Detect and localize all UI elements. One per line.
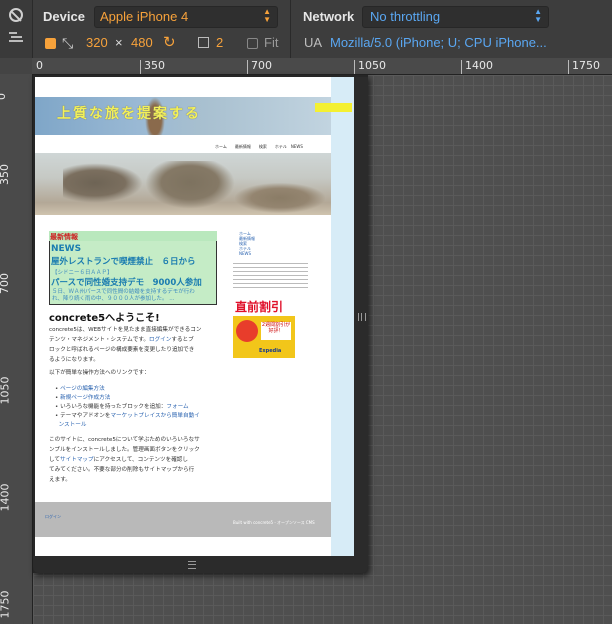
device-label: Device: [43, 9, 85, 24]
toolbar-divider: [290, 0, 291, 58]
ruler-tick: [140, 60, 141, 74]
ruler-label: 1750: [572, 59, 600, 72]
list-item-link[interactable]: 新規ページ作成方法: [60, 395, 110, 401]
header-title: 上質な旅を提案する: [57, 106, 201, 122]
times-sign: ×: [115, 35, 123, 50]
network-label: Network: [303, 9, 355, 24]
width-input[interactable]: 320: [86, 35, 108, 50]
news-item-sub: 【シドニー６日ＡＡＰ】: [52, 270, 113, 276]
resize-arrow-icon: ⤡: [62, 35, 74, 51]
form-link[interactable]: フォーム: [166, 404, 188, 410]
ruler-label: 700: [251, 59, 272, 72]
ruler-horizontal: [32, 58, 612, 75]
header-yellow-tag: [315, 103, 352, 112]
height-input[interactable]: 480: [131, 35, 153, 50]
sample-paragraph: このサイトに、concrete5について学ぶためのいろいろなサ ンプルをインスト…: [49, 437, 200, 483]
network-select[interactable]: No throttling ▲ ▼: [362, 6, 549, 28]
marketplace-link[interactable]: マーケットプレイスから簡単自動イ: [110, 413, 199, 419]
sidebar-links[interactable]: ホーム 最新情報 検索 ホテル NEWS: [239, 231, 255, 256]
swap-dimensions-icon[interactable]: ↻: [163, 33, 176, 51]
ad-banner[interactable]: 直前割引 2週間割引が好評！ Expedia: [233, 296, 295, 358]
emulated-screen: 上質な旅を提案する ホーム 最新情報 検索 ホテル NEWS 最新情報 NEWS…: [35, 77, 354, 556]
resize-handle-bottom[interactable]: [33, 556, 368, 573]
page-nav[interactable]: ホーム 最新情報 検索 ホテル NEWS: [215, 144, 303, 150]
device-pixel-ratio-icon: [198, 37, 209, 48]
scale-input[interactable]: 2: [216, 35, 223, 50]
device-value: Apple iPhone 4: [100, 9, 189, 24]
intro-paragraph: concrete5は、WEBサイトを見たまま直接編集ができるコン テンツ・マネジ…: [49, 327, 202, 363]
ruler-label: 0: [0, 93, 8, 100]
ad-brand: Expedia: [259, 348, 282, 354]
ad-sub: 2週間割引が好評！: [261, 322, 291, 340]
ad-circle: [236, 320, 258, 342]
news-title: NEWS: [51, 244, 82, 254]
news-heading: 最新情報: [50, 233, 78, 241]
ruler-tick: [354, 60, 355, 74]
footer-login-link[interactable]: ログイン: [45, 514, 61, 520]
ruler-tick: [568, 60, 569, 74]
select-arrows-icon: ▲ ▼: [263, 7, 271, 24]
ruler-corner: [0, 58, 32, 74]
fit-label: Fit: [264, 35, 279, 50]
ruler-label: 700: [0, 273, 11, 294]
ruler-label: 1050: [0, 376, 12, 405]
howto-list: • ページの編集方法 • 新規ページ作成方法 • いろいろな機能を持ったブロック…: [55, 386, 200, 428]
device-select[interactable]: Apple iPhone 4 ▲ ▼: [94, 6, 278, 28]
welcome-heading: concrete5へようこそ!: [49, 313, 160, 324]
fit-checkbox[interactable]: [247, 38, 258, 49]
no-emulation-icon[interactable]: [9, 8, 23, 22]
ruler-vertical: [0, 74, 33, 624]
ruler-label: 1050: [358, 59, 386, 72]
links-intro: 以下が簡単な操作方法へのリンクです：: [49, 370, 150, 376]
ruler-tick: [247, 60, 248, 74]
ruler-label: 0: [36, 59, 43, 72]
ruler-label: 1750: [0, 590, 12, 619]
page-side-strip: [331, 77, 354, 556]
ruler-label: 1400: [465, 59, 493, 72]
menu-lines-icon[interactable]: [9, 32, 23, 44]
footer-credit[interactable]: Built with concrete5 - オープンソース CMS: [233, 520, 315, 526]
network-value: No throttling: [370, 9, 441, 24]
ua-label: UA: [304, 35, 323, 50]
list-item-link[interactable]: ページの編集方法: [60, 386, 105, 392]
resize-handle-right[interactable]: [354, 77, 368, 556]
ad-title: 直前割引: [235, 300, 284, 314]
sidebar-text-block: [233, 260, 308, 290]
ruler-label: 1400: [0, 483, 12, 512]
page-footer: ログイン Built with concrete5 - オープンソース CMS: [35, 502, 331, 537]
sea-lions-image: [35, 153, 331, 215]
ruler-tick: [461, 60, 462, 74]
sitemap-link[interactable]: サイトマップ: [60, 457, 94, 463]
news-item-title[interactable]: パースで同性婚支持デモ 9000人参加: [51, 276, 202, 288]
login-link[interactable]: ログイン: [149, 337, 171, 343]
resolution-checkbox[interactable]: [45, 38, 56, 49]
user-agent-input[interactable]: Mozilla/5.0 (iPhone; U; CPU iPhone...: [330, 35, 547, 50]
news-item-sub: ５日、ＷＡ州パースで同性間の結婚を支持するデモが行われ、降り続く雨の中、９０００…: [52, 289, 195, 302]
ruler-label: 350: [0, 164, 11, 185]
select-arrows-icon: ▲ ▼: [534, 7, 542, 24]
news-item-title[interactable]: 屋外レストランで喫煙禁止 ６日から: [51, 255, 196, 267]
ruler-label: 350: [144, 59, 165, 72]
